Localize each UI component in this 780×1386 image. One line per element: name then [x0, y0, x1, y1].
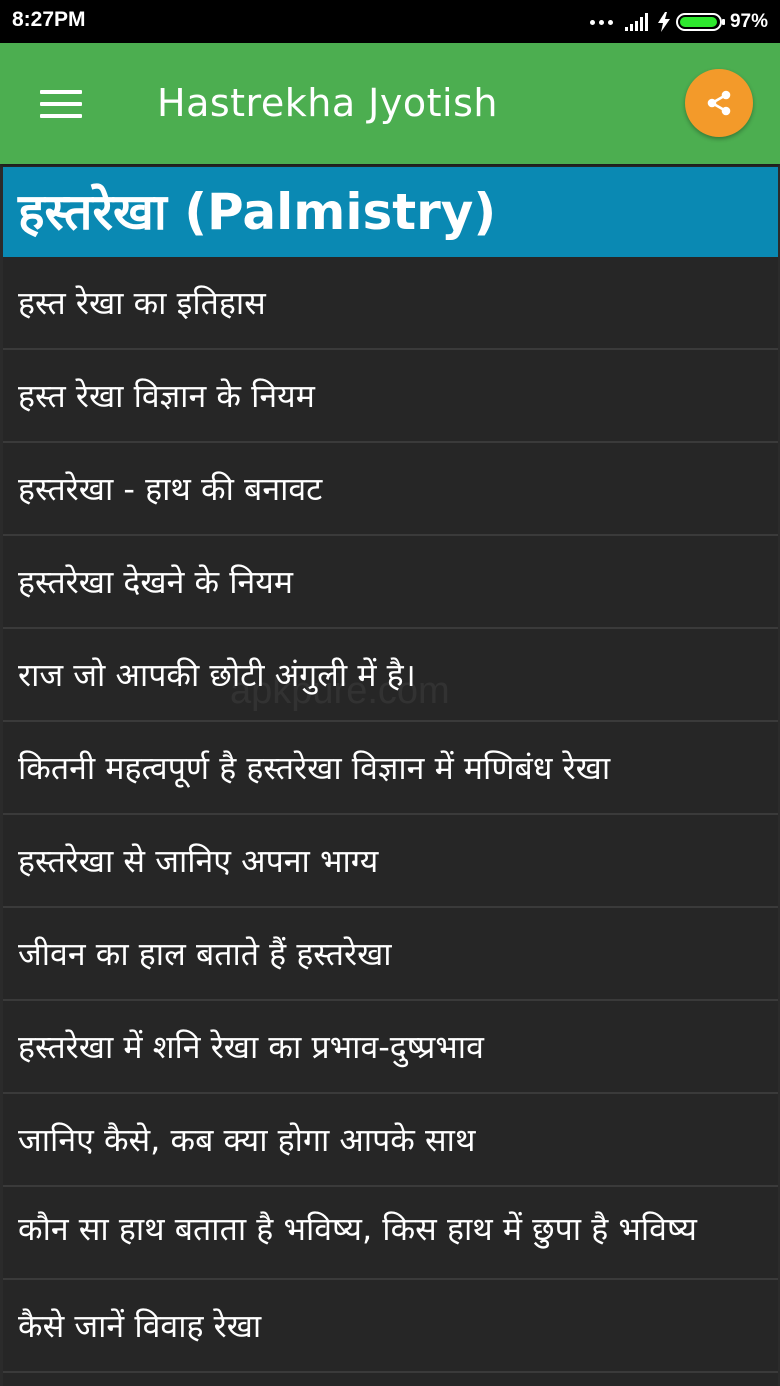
- share-button[interactable]: [685, 69, 753, 137]
- topic-list: हस्त रेखा का इतिहास हस्त रेखा विज्ञान के…: [3, 257, 778, 1373]
- screen: 8:27PM 97% Hastrekha Jyotish हस्तरेखा (P…: [0, 0, 780, 1386]
- list-item[interactable]: कितनी महत्वपूर्ण है हस्तरेखा विज्ञान में…: [3, 722, 778, 815]
- more-dots-icon: [589, 19, 613, 25]
- hamburger-menu-icon[interactable]: [40, 88, 82, 120]
- app-title: Hastrekha Jyotish: [157, 81, 498, 125]
- app-bar: Hastrekha Jyotish: [0, 43, 780, 164]
- battery-percent: 97%: [729, 11, 768, 32]
- battery-icon: [675, 13, 725, 31]
- list-item[interactable]: राज जो आपकी छोटी अंगुली में है।: [3, 629, 778, 722]
- status-time: 8:27PM: [12, 8, 86, 31]
- list-item[interactable]: कौन सा हाथ बताता है भविष्य, किस हाथ में …: [3, 1187, 778, 1280]
- list-item[interactable]: हस्तरेखा - हाथ की बनावट: [3, 443, 778, 536]
- list-item[interactable]: कैसे जानें विवाह रेखा: [3, 1280, 778, 1373]
- status-bar: 8:27PM 97%: [0, 0, 780, 43]
- list-item[interactable]: जानिए कैसे, कब क्या होगा आपके साथ: [3, 1094, 778, 1187]
- content-area: हस्तरेखा (Palmistry) हस्त रेखा का इतिहास…: [3, 167, 778, 1386]
- list-item[interactable]: हस्त रेखा का इतिहास: [3, 257, 778, 350]
- section-title: हस्तरेखा (Palmistry): [3, 167, 778, 257]
- charging-bolt-icon: [657, 12, 670, 32]
- list-item[interactable]: हस्तरेखा से जानिए अपना भाग्य: [3, 815, 778, 908]
- signal-icon: [624, 13, 648, 31]
- share-icon: [707, 90, 731, 116]
- list-item[interactable]: हस्त रेखा विज्ञान के नियम: [3, 350, 778, 443]
- list-item[interactable]: जीवन का हाल बताते हैं हस्तरेखा: [3, 908, 778, 1001]
- status-icons: 97%: [589, 8, 768, 36]
- list-item[interactable]: हस्तरेखा में शनि रेखा का प्रभाव-दुष्प्रभ…: [3, 1001, 778, 1094]
- list-item[interactable]: हस्तरेखा देखने के नियम: [3, 536, 778, 629]
